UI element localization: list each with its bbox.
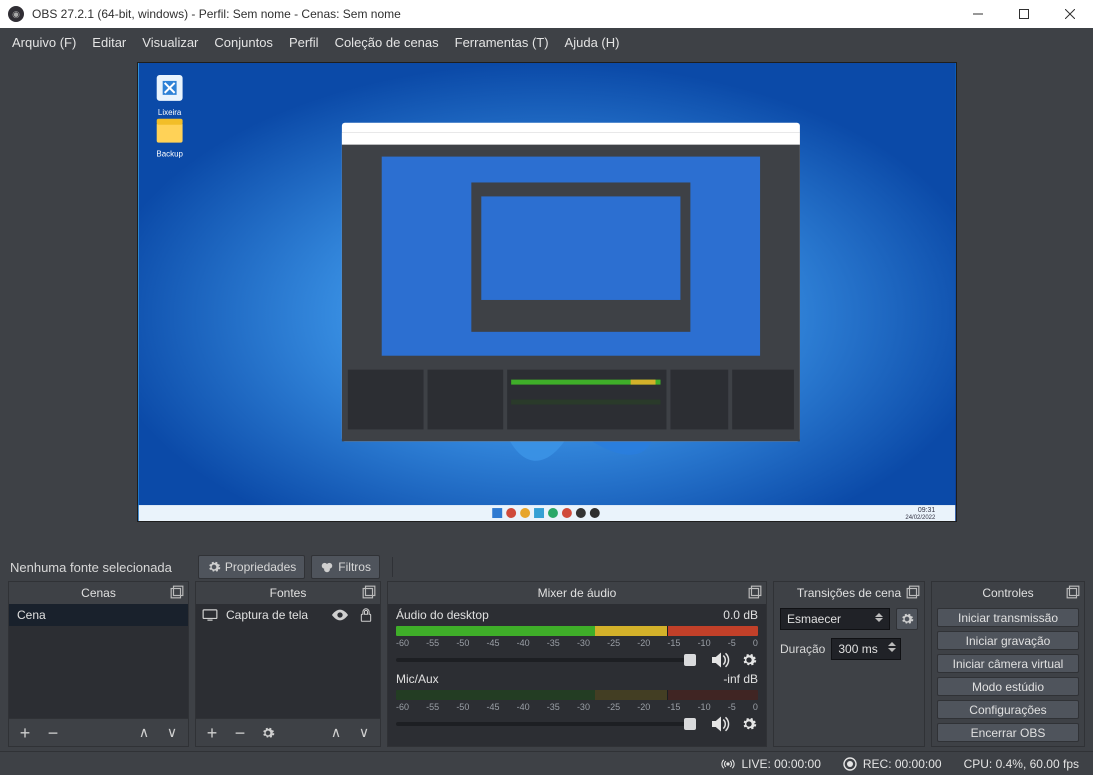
mixer-channel-desktop: Áudio do desktop 0.0 dB -60-55-50-45-40-… bbox=[388, 604, 766, 668]
window-titlebar: ◉ OBS 27.2.1 (64-bit, windows) - Perfil:… bbox=[0, 0, 1093, 28]
broadcast-icon bbox=[721, 757, 735, 771]
statusbar: LIVE: 00:00:00 REC: 00:00:00 CPU: 0.4%, … bbox=[0, 751, 1093, 775]
mixer-meter bbox=[396, 690, 758, 700]
transition-select[interactable]: Esmaecer bbox=[780, 608, 890, 630]
monitor-icon bbox=[202, 609, 218, 621]
studio-mode-button[interactable]: Modo estúdio bbox=[937, 677, 1079, 696]
menu-perfil[interactable]: Perfil bbox=[289, 35, 319, 50]
mixer-ticks: -60-55-50-45-40-35-30-25-20-15-10-50 bbox=[396, 702, 758, 712]
mixer-channel-mic: Mic/Aux -inf dB -60-55-50-45-40-35-30-25… bbox=[388, 668, 766, 732]
scene-down-button[interactable] bbox=[162, 723, 182, 743]
dock-sources-footer bbox=[196, 718, 380, 746]
menu-conjuntos[interactable]: Conjuntos bbox=[214, 35, 273, 50]
transition-settings-button[interactable] bbox=[896, 608, 918, 630]
minimize-button[interactable] bbox=[955, 0, 1001, 28]
gear-icon[interactable] bbox=[740, 716, 758, 732]
menubar: Arquivo (F) Editar Visualizar Conjuntos … bbox=[0, 28, 1093, 56]
lock-icon[interactable] bbox=[358, 608, 374, 622]
dock-mixer-header[interactable]: Mixer de áudio bbox=[388, 582, 766, 604]
obs-logo-icon: ◉ bbox=[8, 6, 24, 22]
start-streaming-button[interactable]: Iniciar transmissão bbox=[937, 608, 1079, 627]
mixer-level-value: -inf dB bbox=[723, 672, 758, 686]
popout-icon[interactable] bbox=[748, 585, 762, 599]
scene-remove-button[interactable] bbox=[43, 723, 63, 743]
chevron-updown-icon bbox=[875, 613, 885, 622]
source-remove-button[interactable] bbox=[230, 723, 250, 743]
start-recording-button[interactable]: Iniciar gravação bbox=[937, 631, 1079, 650]
filters-icon bbox=[320, 560, 334, 574]
dock-mixer: Mixer de áudio Áudio do desktop 0.0 dB bbox=[387, 581, 767, 747]
menu-visualizar[interactable]: Visualizar bbox=[142, 35, 198, 50]
maximize-button[interactable] bbox=[1001, 0, 1047, 28]
properties-button[interactable]: Propriedades bbox=[198, 555, 305, 579]
start-virtualcam-button[interactable]: Iniciar câmera virtual bbox=[937, 654, 1079, 673]
gear-icon[interactable] bbox=[740, 652, 758, 668]
window-title: OBS 27.2.1 (64-bit, windows) - Perfil: S… bbox=[32, 7, 955, 21]
dock-transitions: Transições de cena Esmaecer Du bbox=[773, 581, 925, 747]
dock-scenes: Cenas Cena bbox=[8, 581, 189, 747]
popout-icon[interactable] bbox=[170, 585, 184, 599]
svg-text:24/02/2022: 24/02/2022 bbox=[905, 515, 936, 521]
scene-item[interactable]: Cena bbox=[9, 604, 188, 626]
duration-label: Duração bbox=[780, 642, 825, 656]
dock-controls-header[interactable]: Controles bbox=[932, 582, 1084, 604]
chevron-updown-icon bbox=[888, 642, 896, 652]
status-live: LIVE: 00:00:00 bbox=[721, 757, 820, 771]
popout-icon[interactable] bbox=[1066, 585, 1080, 599]
speaker-icon[interactable] bbox=[712, 652, 730, 668]
menu-ajuda[interactable]: Ajuda (H) bbox=[565, 35, 620, 50]
dock-sources-header[interactable]: Fontes bbox=[196, 582, 380, 604]
source-item[interactable]: Captura de tela bbox=[196, 604, 380, 626]
dock-scenes-footer bbox=[9, 718, 188, 746]
mixer-volume-slider[interactable] bbox=[396, 722, 696, 726]
record-icon bbox=[843, 757, 857, 771]
exit-button[interactable]: Encerrar OBS bbox=[937, 723, 1079, 742]
svg-text:Backup: Backup bbox=[156, 150, 183, 159]
mixer-level-value: 0.0 dB bbox=[723, 608, 758, 622]
menu-arquivo[interactable]: Arquivo (F) bbox=[12, 35, 76, 50]
popout-icon[interactable] bbox=[362, 585, 376, 599]
preview-content-image: Lixeira Backup bbox=[138, 63, 956, 521]
scene-add-button[interactable] bbox=[15, 723, 35, 743]
source-settings-button[interactable] bbox=[258, 723, 278, 743]
source-up-button[interactable] bbox=[326, 723, 346, 743]
mixer-volume-slider[interactable] bbox=[396, 658, 696, 662]
scene-up-button[interactable] bbox=[134, 723, 154, 743]
dock-controls: Controles Iniciar transmissão Iniciar gr… bbox=[931, 581, 1085, 747]
no-source-label: Nenhuma fonte selecionada bbox=[10, 560, 172, 575]
gear-icon bbox=[900, 612, 914, 626]
eye-icon[interactable] bbox=[332, 608, 348, 622]
toolbar-separator bbox=[392, 557, 393, 577]
svg-text:Lixeira: Lixeira bbox=[157, 108, 181, 117]
duration-stepper[interactable]: 300 ms bbox=[831, 638, 901, 660]
source-item-label: Captura de tela bbox=[226, 608, 308, 622]
dock-transitions-header[interactable]: Transições de cena bbox=[774, 582, 924, 604]
popout-icon[interactable] bbox=[906, 585, 920, 599]
source-toolbar: Nenhuma fonte selecionada Propriedades F… bbox=[0, 553, 1093, 581]
menu-editar[interactable]: Editar bbox=[92, 35, 126, 50]
preview-canvas[interactable]: Lixeira Backup bbox=[137, 62, 957, 522]
speaker-icon[interactable] bbox=[712, 716, 730, 732]
settings-button[interactable]: Configurações bbox=[937, 700, 1079, 719]
dock-scenes-header[interactable]: Cenas bbox=[9, 582, 188, 604]
status-cpu: CPU: 0.4%, 60.00 fps bbox=[964, 757, 1079, 771]
mixer-ticks: -60-55-50-45-40-35-30-25-20-15-10-50 bbox=[396, 638, 758, 648]
menu-ferramentas[interactable]: Ferramentas (T) bbox=[455, 35, 549, 50]
source-down-button[interactable] bbox=[354, 723, 374, 743]
gear-icon bbox=[207, 560, 221, 574]
dock-sources: Fontes Captura de tela bbox=[195, 581, 381, 747]
filters-button[interactable]: Filtros bbox=[311, 555, 380, 579]
status-rec: REC: 00:00:00 bbox=[843, 757, 942, 771]
mixer-meter bbox=[396, 626, 758, 636]
menu-colecao[interactable]: Coleção de cenas bbox=[335, 35, 439, 50]
svg-text:09:31: 09:31 bbox=[917, 507, 935, 514]
source-add-button[interactable] bbox=[202, 723, 222, 743]
close-button[interactable] bbox=[1047, 0, 1093, 28]
